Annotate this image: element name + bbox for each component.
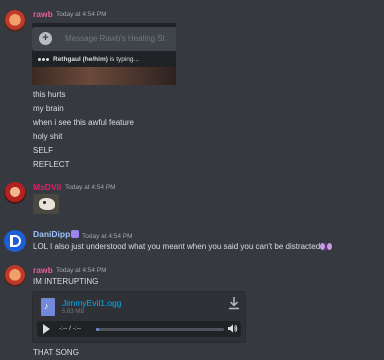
message-line: this hurts [33, 90, 66, 99]
message-line: LOL I also just understood what you mean… [33, 242, 321, 251]
attachment-filesize: 5.63 MB [62, 309, 85, 315]
plus-icon: + [39, 32, 52, 45]
message-input-placeholder: Message Rawb's Healing St [65, 34, 165, 43]
custom-emoji-image[interactable] [33, 194, 59, 214]
attachment-filename-link[interactable]: JimmyEvil1.ogg [62, 298, 122, 308]
message-line: holy shit [33, 132, 63, 141]
avatar-rawb[interactable] [4, 10, 26, 32]
message-timestamp: Today at 4:54 PM [82, 233, 133, 240]
audio-progress-bar[interactable] [96, 328, 224, 331]
butterfly-emoji-icon [320, 242, 332, 252]
message-timestamp: Today at 4:54 PM [65, 184, 116, 191]
audio-file-icon [41, 298, 55, 316]
message-line: my brain [33, 104, 64, 113]
play-icon[interactable] [43, 324, 50, 334]
typing-dots-icon [38, 56, 50, 63]
message-timestamp: Today at 4:54 PM [56, 11, 107, 18]
username-rawb[interactable]: rawb [33, 9, 53, 19]
message-line: REFLECT [33, 160, 70, 169]
typing-user: Rethgaul (he/him) [53, 56, 108, 64]
audio-time: -:-- / -:-- [59, 325, 82, 332]
username-msdvil[interactable]: MsDVil [33, 182, 61, 192]
message-line: THAT SONG [33, 348, 79, 357]
username-rawb[interactable]: rawb [33, 265, 53, 275]
embed-image-strip [32, 67, 176, 85]
message-line: IM INTERUPTING [33, 277, 99, 286]
message-line: SELF [33, 146, 54, 155]
message-input-bar: + Message Rawb's Healing St [32, 27, 176, 51]
message-line: when i see this awful feature [33, 118, 134, 127]
nitro-badge-icon[interactable] [71, 230, 79, 238]
volume-icon[interactable] [227, 323, 238, 336]
username-danidipp[interactable]: DaniDipp [33, 229, 70, 239]
avatar-msdvil[interactable] [4, 182, 26, 204]
avatar-rawb[interactable] [4, 265, 26, 287]
audio-attachment: JimmyEvil1.ogg 5.63 MB -:-- / -:-- [32, 291, 246, 343]
avatar-danidipp[interactable] [4, 230, 26, 252]
message-timestamp: Today at 4:54 PM [56, 267, 107, 274]
download-icon[interactable] [227, 296, 241, 312]
audio-player: -:-- / -:-- [37, 321, 241, 337]
screenshot-embed[interactable]: + Message Rawb's Healing St Rethgaul (he… [32, 23, 176, 85]
typing-indicator: Rethgaul (he/him) is typing... [38, 56, 139, 63]
audio-progress-fill [96, 328, 99, 331]
typing-suffix: is typing... [107, 56, 139, 64]
